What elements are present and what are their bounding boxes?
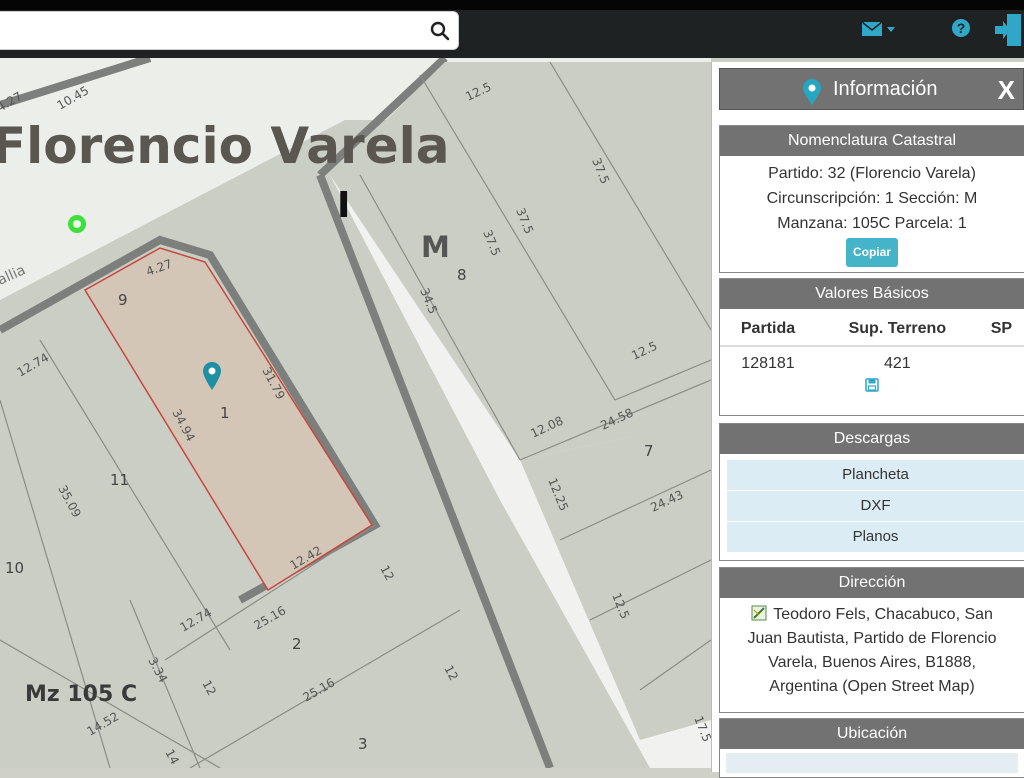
address-line: Juan Bautista, Partido de Florencio [747,630,997,647]
section-header: Nomenclatura Catastral [720,126,1024,156]
superficie-cell: 421 [884,355,911,372]
plancheta-link[interactable]: Plancheta [727,459,1024,490]
direccion-section: Dirección Teodoro Fels, Chacabuco, San J… [719,567,1024,713]
search-icon[interactable] [428,19,452,43]
section-header: Valores Básicos [720,279,1024,309]
partido-text: Partido: 32 (Florencio Varela) [768,165,976,182]
district-letter: I [337,185,350,226]
info-panel: Información X Nomenclatura Catastral Par… [711,62,1024,778]
planos-link[interactable]: Planos [727,521,1024,552]
sp-cell [979,346,1024,377]
nomenclatura-section: Nomenclatura Catastral Partido: 32 (Flor… [719,125,1024,273]
parcel-number: 10 [5,559,24,577]
descargas-section: Descargas Plancheta DXF Planos [719,423,1024,561]
dxf-link[interactable]: DXF [727,490,1024,521]
parcel-number: 2 [292,635,302,653]
manzana-text: Manzana: 105C Parcela: 1 [777,215,967,232]
parcel-number: 3 [358,735,368,753]
browser-strip [0,0,1024,10]
valores-section: Valores Básicos Partida Sup. Terreno SP … [719,278,1024,416]
parcel-number: 1 [220,404,230,422]
parcel-number: 7 [644,442,654,460]
section-header: Ubicación [720,719,1024,749]
parcel-number: 11 [110,471,129,489]
valores-table: Partida Sup. Terreno SP 128181 421 [720,309,1024,377]
address-line: Teodoro Fels, Chacabuco, San [773,606,993,623]
section-header: Dirección [720,568,1024,598]
logout-icon[interactable] [995,12,1024,48]
parcel-number: 9 [118,291,128,309]
search-box [0,11,459,50]
section-letter: M [421,230,450,264]
circunscripcion-text: Circunscripción: 1 Sección: M [766,190,978,207]
column-header: Sup. Terreno [816,309,979,347]
column-header: Partida [720,309,816,347]
city-label: Florencio Varela [0,117,450,175]
copy-button[interactable]: Copiar [845,238,898,267]
map-edit-icon[interactable] [751,604,769,622]
address-line: Varela, Buenos Aires, B1888, [768,654,976,671]
table-row: 128181 421 [720,346,1024,377]
address-line: Argentina (Open Street Map) [769,678,975,695]
top-bar: ? [0,0,1024,58]
ubicacion-section: Ubicación [719,718,1024,778]
save-icon[interactable] [865,378,879,392]
location-pin-icon [803,79,821,105]
search-input[interactable] [5,18,409,44]
mail-icon[interactable] [861,20,899,38]
help-icon[interactable]: ? [951,18,971,38]
close-button[interactable]: X [998,75,1015,106]
svg-text:?: ? [957,20,966,36]
location-dot-icon[interactable] [68,215,86,233]
panel-title-bar: Información X [719,68,1024,110]
section-header: Descargas [720,424,1024,454]
parcel-number: 8 [457,266,467,284]
partida-cell: 128181 [741,355,795,372]
block-label: Mz 105 C [25,682,137,707]
column-header: SP [978,309,1024,347]
panel-title: Información [833,78,938,100]
